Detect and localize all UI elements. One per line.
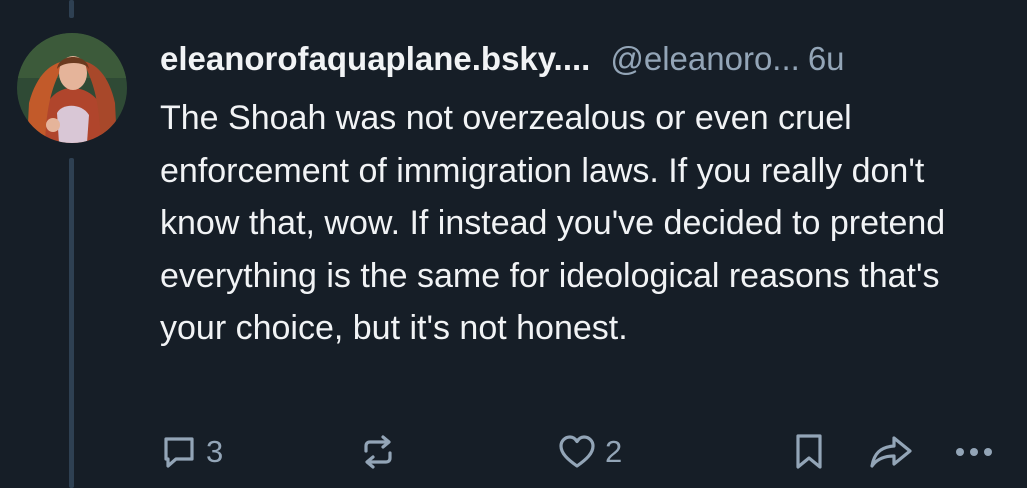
thread-line-top: [69, 0, 74, 18]
share-arrow-icon: [870, 436, 912, 468]
repost-button[interactable]: [358, 430, 398, 474]
handle[interactable]: @eleanoro...: [610, 34, 799, 84]
speech-bubble-icon: [164, 437, 194, 468]
reply-button[interactable]: 3: [160, 430, 223, 474]
like-button[interactable]: 2: [557, 430, 622, 474]
repost-arrows-icon: [364, 435, 392, 469]
share-button[interactable]: [868, 430, 914, 474]
more-button[interactable]: [952, 430, 996, 474]
heart-icon: [559, 435, 595, 468]
display-name[interactable]: eleanorofaquaplane.bsky....: [160, 34, 590, 84]
post-header: eleanorofaquaplane.bsky.... @eleanoro...…: [160, 34, 1010, 84]
like-count: 2: [605, 434, 623, 469]
post-actions: 3 2: [0, 430, 1027, 474]
post-text: The Shoah was not overzealous or even cr…: [160, 99, 946, 347]
more-dots-icon: [956, 448, 992, 456]
avatar[interactable]: [17, 33, 127, 143]
bookmark-icon: [796, 434, 822, 469]
bookmark-button[interactable]: [792, 430, 826, 474]
post[interactable]: eleanorofaquaplane.bsky.... @eleanoro...…: [160, 34, 1010, 355]
avatar-image: [17, 33, 127, 143]
timestamp[interactable]: 6u: [808, 34, 845, 84]
reply-count: 3: [206, 434, 224, 469]
